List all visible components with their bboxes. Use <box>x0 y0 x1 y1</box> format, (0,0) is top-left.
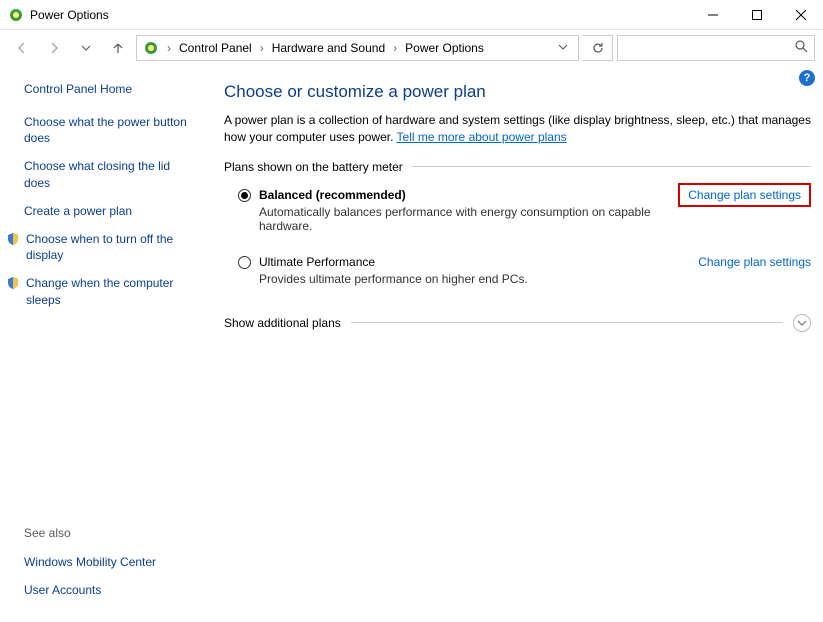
up-button[interactable] <box>104 34 132 62</box>
shield-icon <box>6 276 20 290</box>
refresh-button[interactable] <box>583 35 613 61</box>
sidebar: Control Panel Home Choose what the power… <box>0 66 210 622</box>
maximize-button[interactable] <box>735 0 779 30</box>
search-box[interactable] <box>617 35 815 61</box>
recent-dropdown[interactable] <box>72 34 100 62</box>
plan-description: Provides ultimate performance on higher … <box>259 272 698 286</box>
plan-radio-ultimate[interactable] <box>238 256 251 269</box>
page-description: A power plan is a collection of hardware… <box>224 112 811 146</box>
expand-button[interactable] <box>793 314 811 332</box>
divider <box>411 166 811 167</box>
expand-label: Show additional plans <box>224 316 341 330</box>
search-input[interactable] <box>624 41 795 55</box>
seealso-mobility-center[interactable]: Windows Mobility Center <box>24 554 198 570</box>
see-also-heading: See also <box>24 526 198 540</box>
plan-radio-balanced[interactable] <box>238 189 251 202</box>
app-icon <box>8 7 24 23</box>
change-plan-settings-link[interactable]: Change plan settings <box>678 183 811 207</box>
control-panel-home-link[interactable]: Control Panel Home <box>24 82 198 96</box>
sidebar-item-label: Change when the computer sleeps <box>26 275 198 307</box>
minimize-button[interactable] <box>691 0 735 30</box>
forward-button[interactable] <box>40 34 68 62</box>
sidebar-link-computer-sleeps[interactable]: Change when the computer sleeps <box>6 275 198 307</box>
close-button[interactable] <box>779 0 823 30</box>
main-content: ? Choose or customize a power plan A pow… <box>210 66 823 622</box>
sidebar-link-create-plan[interactable]: Create a power plan <box>24 203 198 219</box>
power-plan-ultimate: Ultimate Performance Provides ultimate p… <box>224 251 811 296</box>
shield-icon <box>6 232 20 246</box>
crumb-hardware-sound[interactable]: Hardware and Sound <box>268 41 389 55</box>
plan-name[interactable]: Balanced (recommended) <box>259 188 678 202</box>
back-button[interactable] <box>8 34 36 62</box>
search-icon[interactable] <box>795 40 808 56</box>
power-plan-balanced: Balanced (recommended) Automatically bal… <box>224 184 811 243</box>
breadcrumb-dropdown[interactable] <box>552 41 574 55</box>
nav-bar: › Control Panel › Hardware and Sound › P… <box>0 30 823 66</box>
tell-me-more-link[interactable]: Tell me more about power plans <box>397 130 567 144</box>
seealso-user-accounts[interactable]: User Accounts <box>24 582 198 598</box>
show-additional-plans-row: Show additional plans <box>224 314 811 332</box>
plan-description: Automatically balances performance with … <box>259 205 678 233</box>
plans-section-label: Plans shown on the battery meter <box>224 160 811 174</box>
help-icon[interactable]: ? <box>799 70 815 86</box>
chevron-right-icon: › <box>258 41 266 55</box>
chevron-right-icon: › <box>165 41 173 55</box>
sidebar-link-closing-lid[interactable]: Choose what closing the lid does <box>24 158 198 190</box>
crumb-control-panel[interactable]: Control Panel <box>175 41 256 55</box>
sidebar-link-power-button[interactable]: Choose what the power button does <box>24 114 198 146</box>
page-heading: Choose or customize a power plan <box>224 82 811 102</box>
chevron-right-icon: › <box>391 41 399 55</box>
breadcrumb-bar[interactable]: › Control Panel › Hardware and Sound › P… <box>136 35 579 61</box>
sidebar-link-turn-off-display[interactable]: Choose when to turn off the display <box>6 231 198 263</box>
window-title: Power Options <box>30 8 691 22</box>
location-icon <box>143 40 159 56</box>
title-bar: Power Options <box>0 0 823 30</box>
sidebar-item-label: Choose when to turn off the display <box>26 231 198 263</box>
divider <box>351 322 783 323</box>
change-plan-settings-link[interactable]: Change plan settings <box>698 255 811 269</box>
plan-name[interactable]: Ultimate Performance <box>259 255 698 269</box>
crumb-power-options[interactable]: Power Options <box>401 41 488 55</box>
